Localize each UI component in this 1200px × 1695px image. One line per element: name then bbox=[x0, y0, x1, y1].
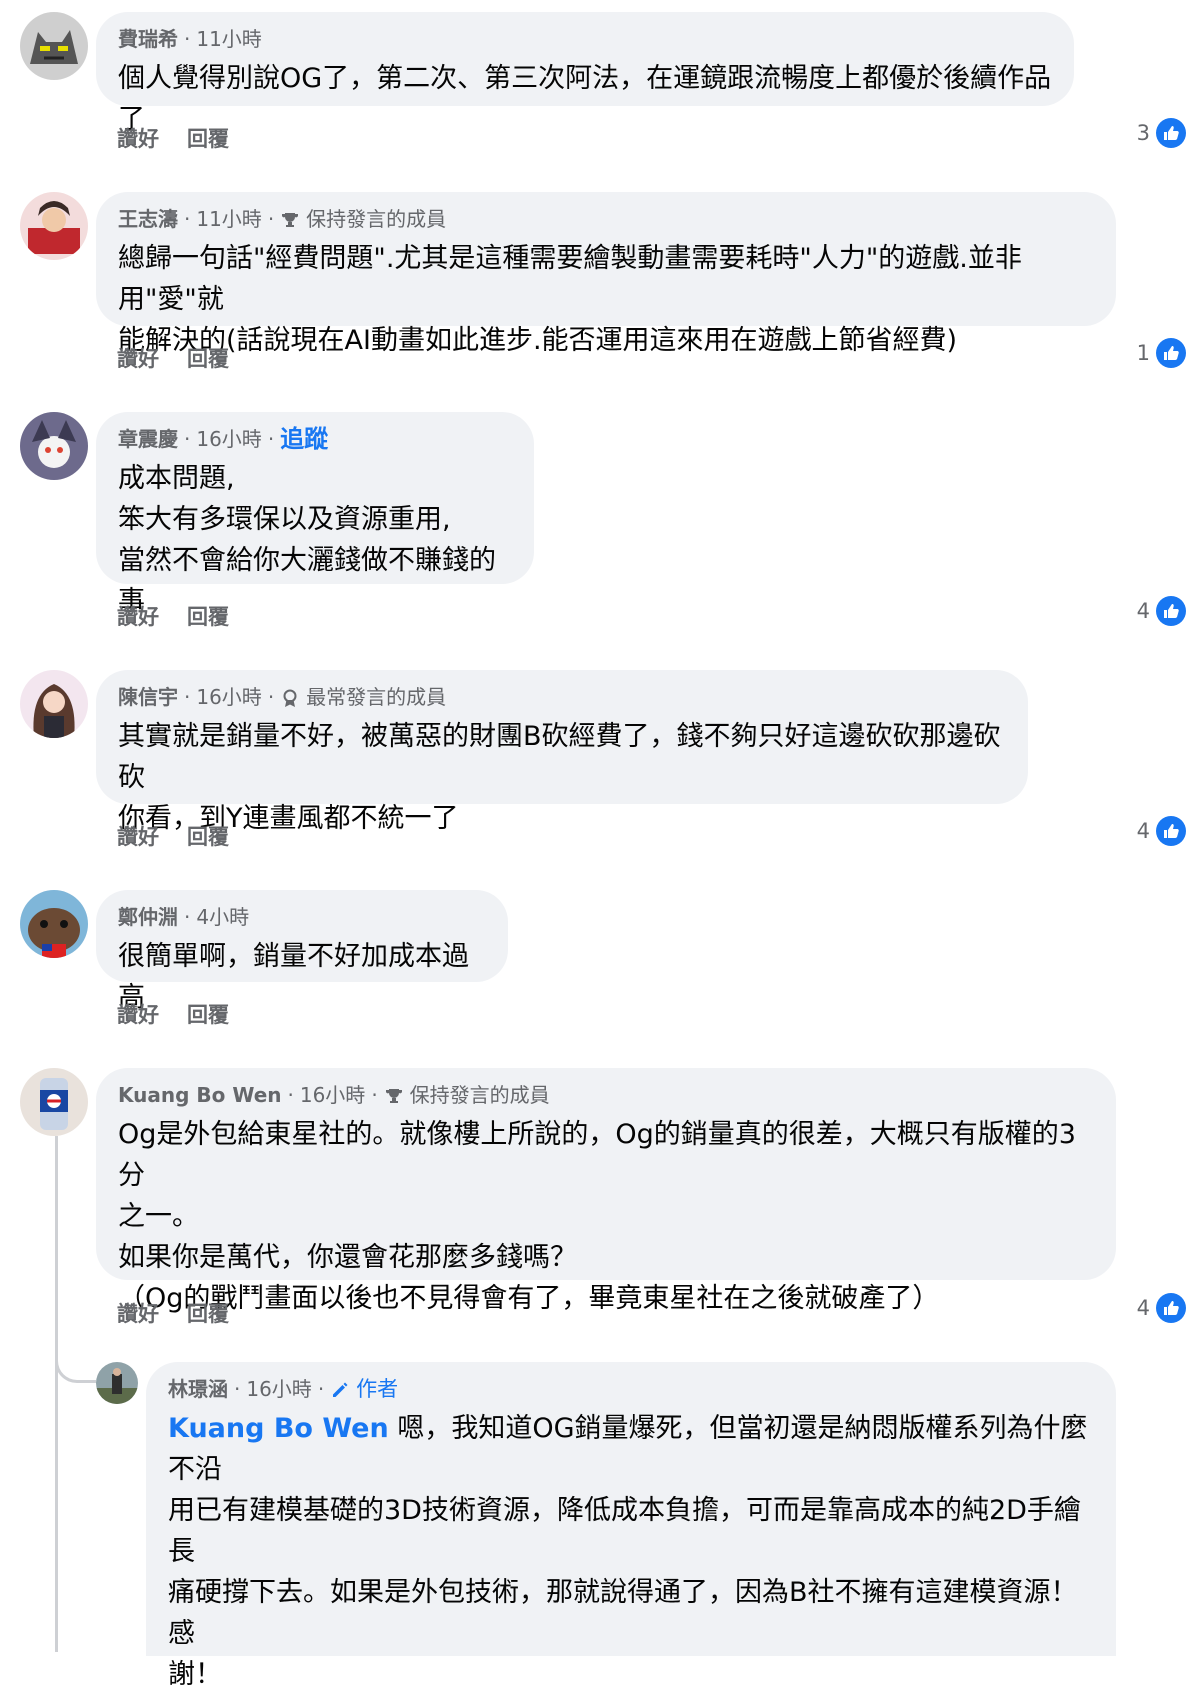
comment-bubble: 陳信宇 · 16小時 · 最常發言的成員 其實就是銷量不好，被萬惡的財團B砍經費… bbox=[96, 670, 1028, 834]
reply-button[interactable]: 回覆 bbox=[187, 123, 229, 153]
comment-text: 其實就是銷量不好，被萬惡的財團B砍經費了，錢不夠只好這邊砍砍那邊砍砍 你看，到Y… bbox=[118, 721, 1001, 834]
author-name[interactable]: 費瑞希 bbox=[118, 25, 178, 53]
comment-bubble: 費瑞希 · 11小時 個人覺得別說OG了，第二次、第三次阿法，在運鏡跟流暢度上都… bbox=[96, 12, 1074, 135]
like-thumb-icon bbox=[1156, 1293, 1186, 1323]
timestamp[interactable]: 11小時 bbox=[196, 25, 261, 53]
timestamp[interactable]: 11小時 bbox=[196, 205, 261, 233]
comment-text: 個人覺得別說OG了，第二次、第三次阿法，在運鏡跟流暢度上都優於後續作品了 bbox=[118, 63, 1052, 135]
reply-button[interactable]: 回覆 bbox=[187, 343, 229, 373]
comment-actions: 讚好 回覆 bbox=[117, 1298, 229, 1328]
like-thumb-icon bbox=[1156, 816, 1186, 846]
reply-text: Kuang Bo Wen 嗯，我知道OG銷量爆死，但當初還是納悶版權系列為什麼不… bbox=[168, 1408, 1094, 1695]
timestamp[interactable]: 16小時 bbox=[300, 1081, 365, 1109]
reply-button[interactable]: 回覆 bbox=[187, 1298, 229, 1328]
reaction-count[interactable]: 3 bbox=[1137, 118, 1186, 148]
reply-thread-line bbox=[55, 1136, 58, 1652]
author-name[interactable]: 陳信宇 bbox=[118, 683, 178, 711]
avatar[interactable] bbox=[20, 192, 88, 260]
reaction-number: 4 bbox=[1136, 599, 1150, 623]
comment-meta: 鄭仲淵 · 4小時 bbox=[118, 903, 250, 931]
like-button[interactable]: 讚好 bbox=[117, 343, 159, 373]
member-badge: 保持發言的成員 bbox=[306, 207, 447, 231]
author-badge: 作者 bbox=[356, 1377, 399, 1401]
like-button[interactable]: 讚好 bbox=[117, 999, 159, 1029]
comment-actions: 讚好 回覆 bbox=[117, 821, 229, 851]
follow-button[interactable]: 追蹤 bbox=[280, 425, 328, 453]
like-thumb-icon bbox=[1156, 338, 1186, 368]
comment-bubble: 章震慶 · 16小時 · 追蹤 成本問題, 笨大有多環保以及資源重用, 當然不會… bbox=[96, 412, 534, 617]
timestamp[interactable]: 16小時 bbox=[196, 425, 261, 453]
trophy-icon bbox=[384, 1085, 404, 1105]
avatar[interactable] bbox=[20, 412, 88, 480]
like-thumb-icon bbox=[1156, 118, 1186, 148]
like-button[interactable]: 讚好 bbox=[117, 123, 159, 153]
comment-actions: 讚好 回覆 bbox=[117, 343, 229, 373]
like-thumb-icon bbox=[1156, 596, 1186, 626]
comment-text: 成本問題, 笨大有多環保以及資源重用, 當然不會給你大灑錢做不賺錢的事 bbox=[118, 463, 496, 617]
reaction-number: 1 bbox=[1136, 341, 1150, 365]
comment-meta: 章震慶 · 16小時 · 追蹤 bbox=[118, 425, 329, 453]
reply-bubble: 林璟涵 · 16小時 · 作者 Kuang Bo Wen 嗯，我知道OG銷量爆死… bbox=[146, 1362, 1116, 1690]
author-name[interactable]: 章震慶 bbox=[118, 425, 178, 453]
comment-text: Og是外包給東星社的。就像樓上所說的，Og的銷量真的很差，大概只有版權的3分 之… bbox=[118, 1119, 1076, 1314]
member-badge: 最常發言的成員 bbox=[306, 685, 447, 709]
reaction-number: 4 bbox=[1136, 819, 1150, 843]
reaction-count[interactable]: 4 bbox=[1137, 596, 1186, 626]
author-name[interactable]: 林璟涵 bbox=[168, 1375, 228, 1403]
comment-actions: 讚好 回覆 bbox=[117, 999, 229, 1029]
author-name[interactable]: 王志濤 bbox=[118, 205, 178, 233]
reply-avatar[interactable] bbox=[96, 1362, 138, 1404]
reaction-count[interactable]: 4 bbox=[1137, 816, 1186, 846]
comment-meta: 陳信宇 · 16小時 · 最常發言的成員 bbox=[118, 683, 447, 711]
timestamp[interactable]: 4小時 bbox=[196, 903, 249, 931]
reply-button[interactable]: 回覆 bbox=[187, 999, 229, 1029]
avatar[interactable] bbox=[20, 1068, 88, 1136]
award-ribbon-icon bbox=[280, 687, 300, 707]
reply-thread-branch bbox=[55, 1346, 96, 1383]
reply-button[interactable]: 回覆 bbox=[187, 601, 229, 631]
timestamp[interactable]: 16小時 bbox=[246, 1375, 311, 1403]
avatar[interactable] bbox=[20, 670, 88, 738]
reply-button[interactable]: 回覆 bbox=[187, 821, 229, 851]
member-badge: 保持發言的成員 bbox=[409, 1083, 550, 1107]
reaction-number: 4 bbox=[1136, 1296, 1150, 1320]
avatar[interactable] bbox=[20, 12, 88, 80]
like-button[interactable]: 讚好 bbox=[117, 821, 159, 851]
comment-text: 總歸一句話"經費問題".尤其是這種需要繪製動畫需要耗時"人力"的遊戲.並非用"愛… bbox=[118, 243, 1022, 356]
author-name[interactable]: 鄭仲淵 bbox=[118, 903, 178, 931]
comment-meta: 林璟涵 · 16小時 · 作者 bbox=[168, 1375, 399, 1403]
reply-body: 嗯，我知道OG銷量爆死，但當初還是納悶版權系列為什麼不沿 用已有建模基礎的3D技… bbox=[168, 1413, 1088, 1690]
comment-bubble: 鄭仲淵 · 4小時 很簡單啊，銷量不好加成本過高 bbox=[96, 890, 508, 1013]
avatar[interactable] bbox=[20, 890, 88, 958]
reaction-count[interactable]: 4 bbox=[1137, 1293, 1186, 1323]
author-name[interactable]: Kuang Bo Wen bbox=[118, 1081, 282, 1109]
comment-actions: 讚好 回覆 bbox=[117, 601, 229, 631]
pencil-icon bbox=[330, 1379, 350, 1399]
comment-meta: 費瑞希 · 11小時 bbox=[118, 25, 262, 53]
mention-link[interactable]: Kuang Bo Wen bbox=[168, 1413, 389, 1444]
comment-bubble: 王志濤 · 11小時 · 保持發言的成員 總歸一句話"經費問題".尤其是這種需要… bbox=[96, 192, 1116, 356]
reaction-count[interactable]: 1 bbox=[1137, 338, 1186, 368]
trophy-icon bbox=[280, 209, 300, 229]
comment-actions: 讚好 回覆 bbox=[117, 123, 229, 153]
comment-meta: 王志濤 · 11小時 · 保持發言的成員 bbox=[118, 205, 447, 233]
like-button[interactable]: 讚好 bbox=[117, 601, 159, 631]
comment-meta: Kuang Bo Wen · 16小時 · 保持發言的成員 bbox=[118, 1081, 550, 1109]
comment-bubble: Kuang Bo Wen · 16小時 · 保持發言的成員 Og是外包給東星社的… bbox=[96, 1068, 1116, 1314]
timestamp[interactable]: 16小時 bbox=[196, 683, 261, 711]
reaction-number: 3 bbox=[1136, 121, 1150, 145]
like-button[interactable]: 讚好 bbox=[117, 1298, 159, 1328]
